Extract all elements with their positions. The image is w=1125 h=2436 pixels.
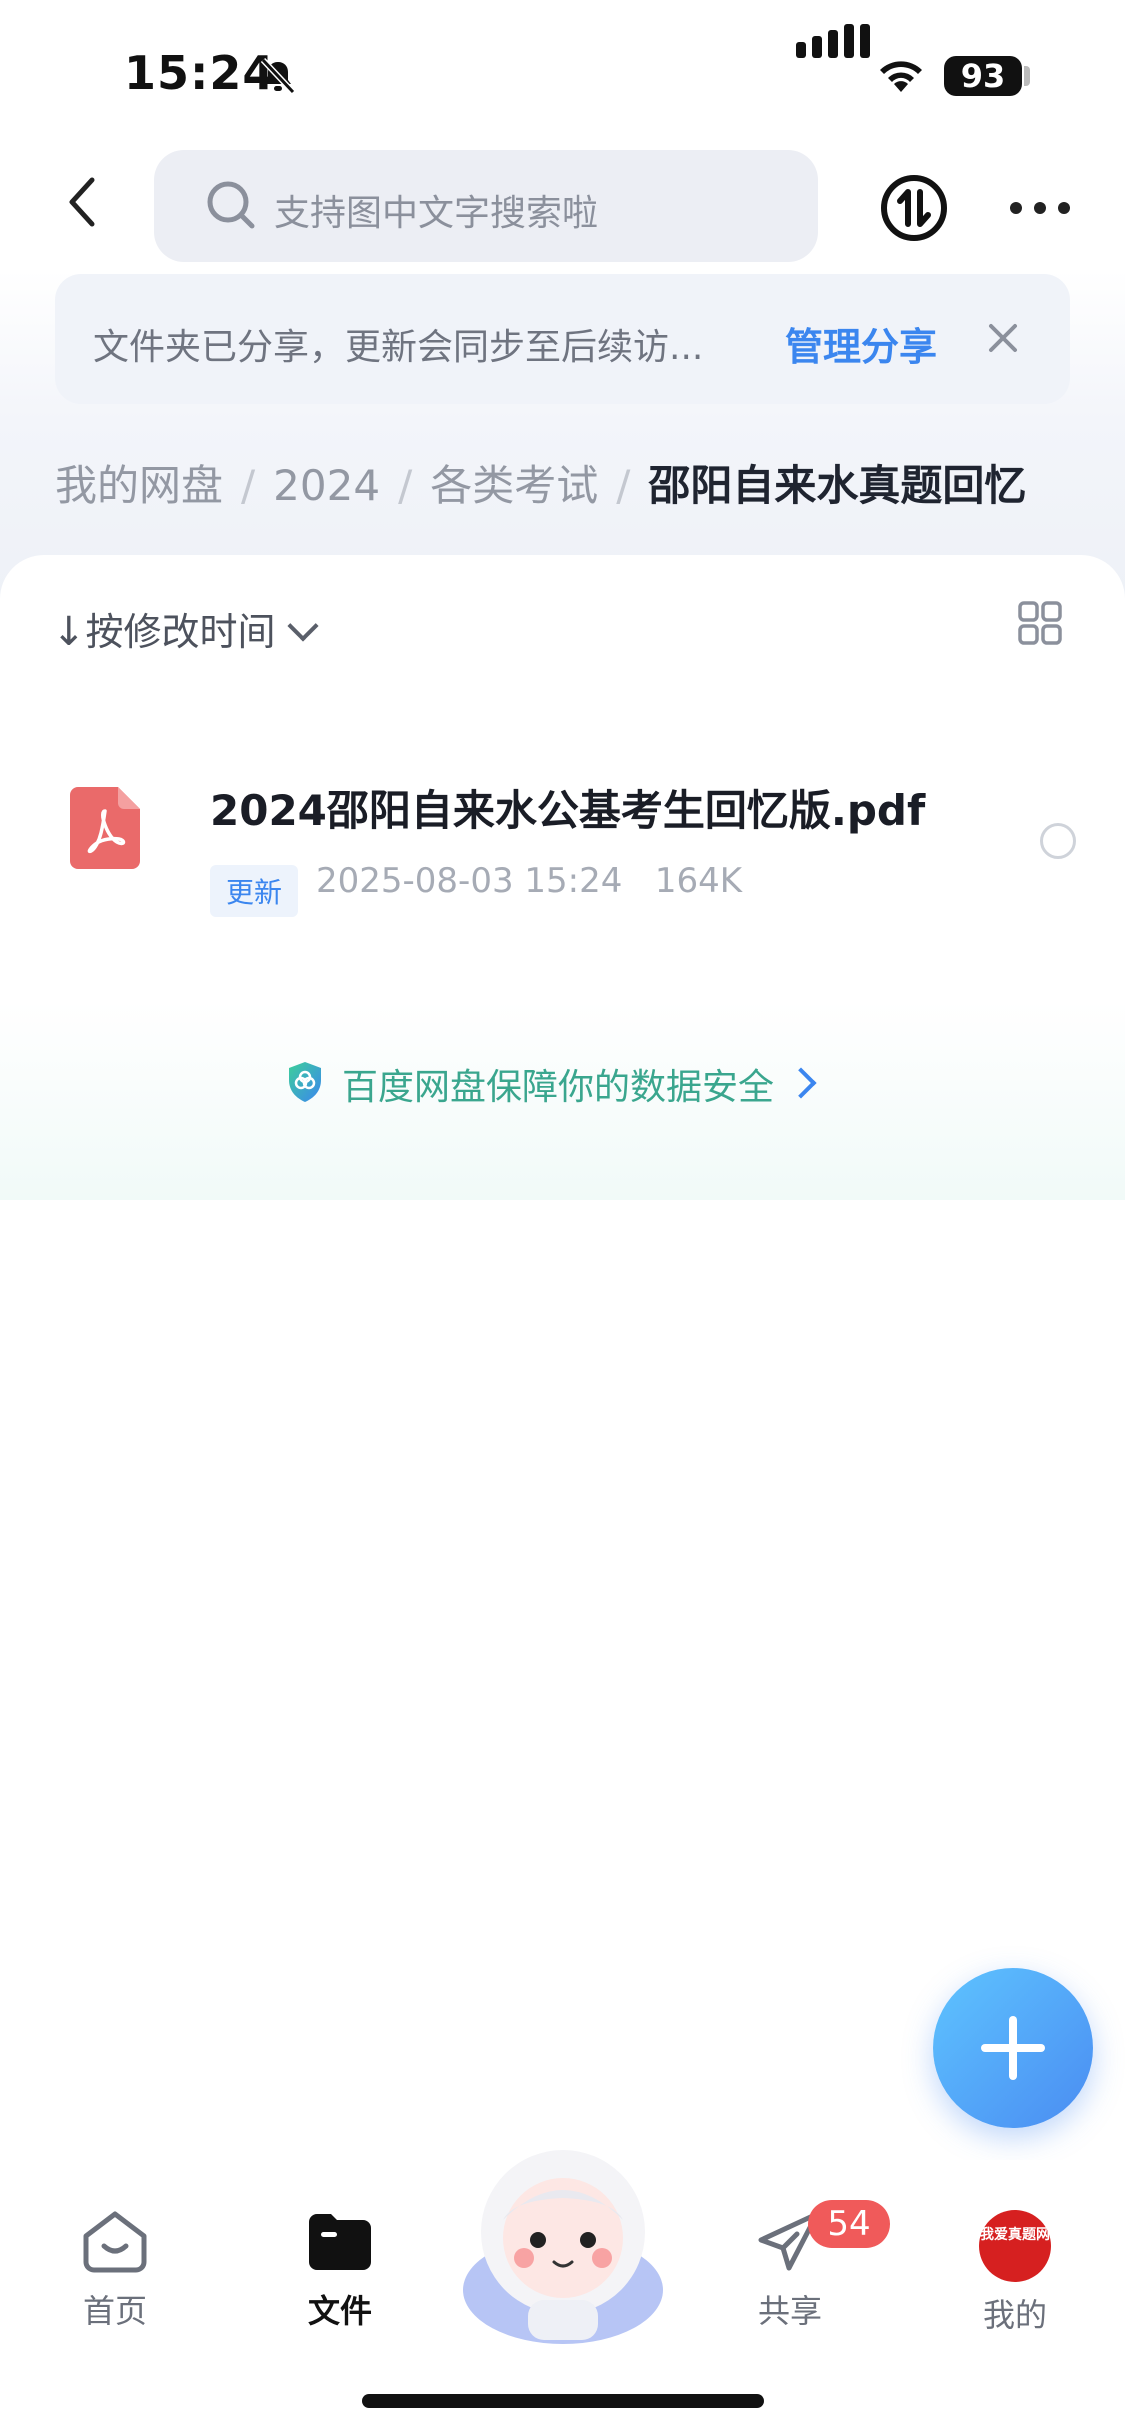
chevron-down-icon — [286, 610, 319, 642]
tab-mine-label: 我的 — [982, 2296, 1047, 2334]
status-bar: 15:24 93 — [0, 0, 1125, 150]
search-input[interactable]: 支持图中文字搜索啦 — [154, 150, 818, 262]
list-item[interactable]: 2024邵阳自来水公基考生回忆版.pdf 更新 2025-08-03 15:24… — [0, 745, 1125, 925]
search-placeholder: 支持图中文字搜索啦 — [274, 193, 599, 234]
breadcrumb-separator: / — [241, 461, 256, 510]
share-notice-banner: 文件夹已分享，更新会同步至后续访... 管理分享 — [55, 274, 1070, 404]
tab-files-label: 文件 — [307, 2292, 372, 2330]
folder-icon — [309, 2214, 371, 2270]
file-size: 164K — [654, 861, 743, 901]
tab-home[interactable]: 首页 — [40, 2210, 190, 2332]
file-name: 2024邵阳自来水公基考生回忆版.pdf — [210, 786, 926, 835]
breadcrumb-item-current: 邵阳自来水真题回忆 — [648, 461, 1027, 510]
add-button[interactable] — [933, 1968, 1093, 2128]
close-icon[interactable] — [985, 320, 1021, 356]
select-checkbox[interactable] — [1040, 823, 1076, 859]
home-indicator — [362, 2394, 764, 2408]
manage-share-link[interactable]: 管理分享 — [785, 316, 937, 371]
grid-view-icon[interactable] — [1018, 601, 1062, 645]
breadcrumb-item-year[interactable]: 2024 — [273, 461, 380, 510]
notification-badge: 54 — [808, 2200, 890, 2248]
battery-tip — [1024, 66, 1030, 86]
sort-direction-icon: ↓ — [52, 609, 86, 655]
breadcrumb: 我的网盘 / 2024 / 各类考试 / 邵阳自来水真题回忆 — [55, 452, 1026, 513]
shield-icon — [289, 1062, 321, 1102]
file-meta: 2025-08-03 15:24 164K — [316, 861, 742, 901]
security-banner[interactable]: 百度网盘保障你的数据安全 — [0, 1000, 1125, 1200]
plus-icon — [1009, 2016, 1017, 2080]
status-time: 15:24 — [124, 46, 276, 100]
wifi-icon — [880, 61, 922, 92]
tab-mine[interactable]: 我爱真题网 我的 — [940, 2210, 1090, 2336]
breadcrumb-separator: / — [616, 461, 631, 510]
bell-muted-icon — [260, 57, 296, 95]
sort-label: 按修改时间 — [85, 610, 276, 654]
transfer-icon[interactable] — [880, 174, 948, 242]
breadcrumb-item-exams[interactable]: 各类考试 — [430, 461, 598, 510]
back-icon[interactable] — [58, 172, 110, 232]
sort-dropdown[interactable]: ↓按修改时间 — [52, 601, 319, 656]
pdf-file-icon — [70, 787, 140, 869]
share-notice-text: 文件夹已分享，更新会同步至后续访... — [93, 327, 704, 368]
file-list-card: ↓按修改时间 2024邵阳自来水公基考生回忆版.pdf 更新 2025-08-0… — [0, 555, 1125, 2205]
home-icon — [83, 2211, 147, 2273]
security-banner-text: 百度网盘保障你的数据安全 — [342, 1067, 775, 1108]
update-badge: 更新 — [210, 865, 299, 917]
tab-share-label: 共享 — [757, 2292, 822, 2330]
more-options-button[interactable] — [1010, 196, 1070, 218]
file-date: 2025-08-03 15:24 — [316, 861, 623, 901]
tab-home-label: 首页 — [82, 2292, 147, 2330]
chevron-right-icon — [785, 1067, 817, 1099]
breadcrumb-item-root[interactable]: 我的网盘 — [55, 461, 223, 510]
assistant-mascot-icon[interactable] — [458, 2140, 668, 2350]
search-icon — [207, 181, 255, 229]
avatar: 我爱真题网 — [979, 2210, 1051, 2282]
battery-indicator: 93 — [944, 56, 1022, 96]
breadcrumb-separator: / — [398, 461, 413, 510]
tab-files[interactable]: 文件 — [265, 2210, 415, 2332]
